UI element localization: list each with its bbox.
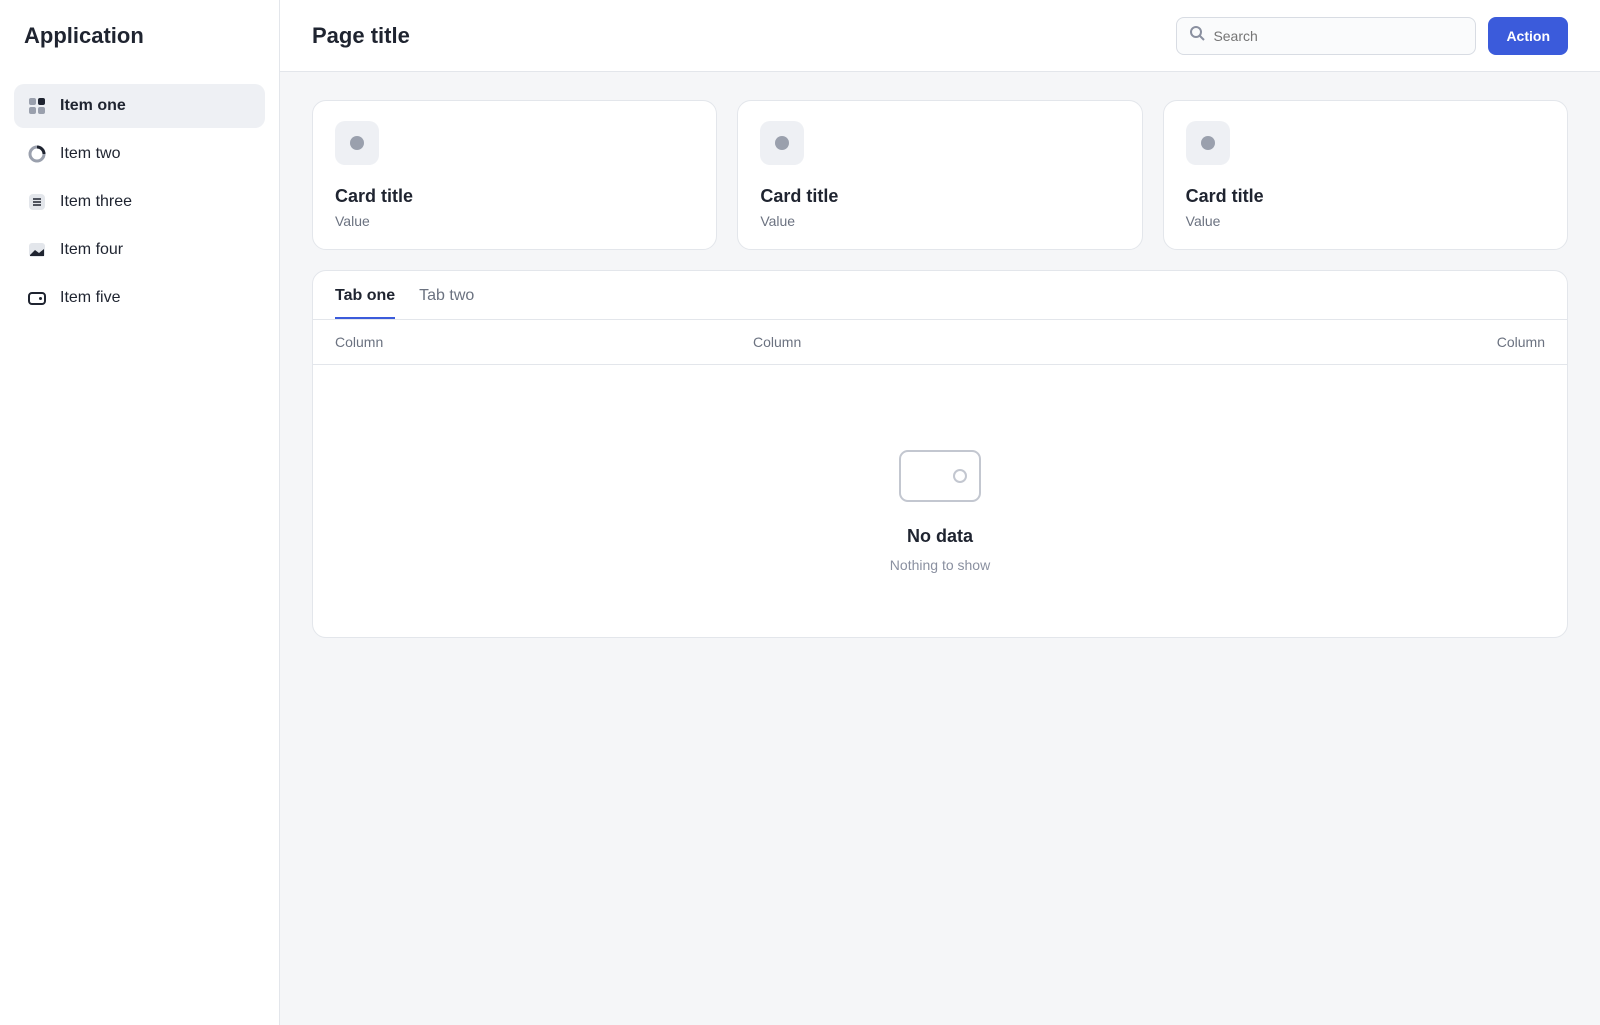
tab-first[interactable]: Tab one: [335, 287, 396, 319]
table-header-row: Column Column Column: [313, 320, 1567, 365]
empty-state-title: No data: [906, 526, 973, 546]
table-panel: Tab one Tab two Column Column Column No …: [312, 270, 1568, 638]
data-table: Column Column Column: [313, 320, 1567, 365]
search-icon: [1189, 25, 1206, 46]
wallet-icon: [26, 287, 48, 309]
card-value: Value: [1185, 213, 1221, 229]
empty-state-text: Nothing to show: [889, 557, 991, 573]
search-box: [1176, 16, 1477, 55]
card-value: Value: [760, 213, 796, 229]
top-actions: Action: [1176, 16, 1568, 55]
card-title: Card title: [760, 186, 839, 206]
sidebar-item-3[interactable]: Item three: [14, 180, 265, 224]
sidebar-item-label: Item three: [60, 193, 133, 210]
card-icon: [335, 121, 379, 165]
card-grid: Card title Value Card title Value Card t…: [312, 100, 1568, 250]
column-header[interactable]: Column: [731, 320, 1149, 365]
column-header[interactable]: Column: [313, 320, 731, 365]
empty-state-icon: [880, 421, 1000, 516]
page-title: Page title: [312, 22, 410, 48]
app-window: Application Item one Item two Item three: [0, 0, 1600, 1025]
sidebar-item-5[interactable]: Item five: [14, 276, 265, 320]
column-header[interactable]: Column: [1149, 320, 1567, 365]
topbar: Page title Action: [280, 0, 1600, 72]
sidebar-item-1[interactable]: Item one: [14, 84, 265, 128]
sidebar-item-label: Item four: [60, 241, 124, 258]
sidebar-nav: Item one Item two Item three Item four I…: [0, 72, 279, 332]
card-icon: [1185, 121, 1230, 165]
main-area: Page title Action Card title: [280, 0, 1600, 1025]
app-logo: Application: [24, 23, 144, 48]
primary-action-button[interactable]: Action: [1488, 16, 1568, 55]
content: Card title Value Card title Value Card t…: [280, 72, 1600, 666]
card-value: Value: [335, 213, 370, 229]
sidebar-item-2[interactable]: Item two: [14, 132, 265, 176]
sidebar-item-label: Item one: [60, 97, 126, 114]
search-input[interactable]: [1213, 27, 1464, 44]
sidebar-item-label: Item two: [60, 145, 121, 162]
card-title: Card title: [1185, 186, 1264, 206]
card-title: Card title: [335, 186, 414, 206]
summary-card[interactable]: Card title Value: [312, 100, 718, 250]
empty-state: No data Nothing to show: [313, 365, 1567, 637]
chart-icon: [26, 143, 48, 165]
sidebar-item-4[interactable]: Item four: [14, 228, 265, 272]
sidebar-item-label: Item five: [60, 289, 121, 306]
grid-icon: [26, 95, 48, 117]
tab-second[interactable]: Tab two: [419, 287, 474, 319]
image-icon: [26, 239, 48, 261]
summary-card[interactable]: Card title Value: [1162, 100, 1568, 250]
table-tabs: Tab one Tab two: [313, 271, 1567, 320]
sidebar: Application Item one Item two Item three: [0, 0, 280, 1025]
card-icon: [760, 121, 805, 165]
list-icon: [26, 191, 48, 213]
summary-card[interactable]: Card title Value: [737, 100, 1143, 250]
